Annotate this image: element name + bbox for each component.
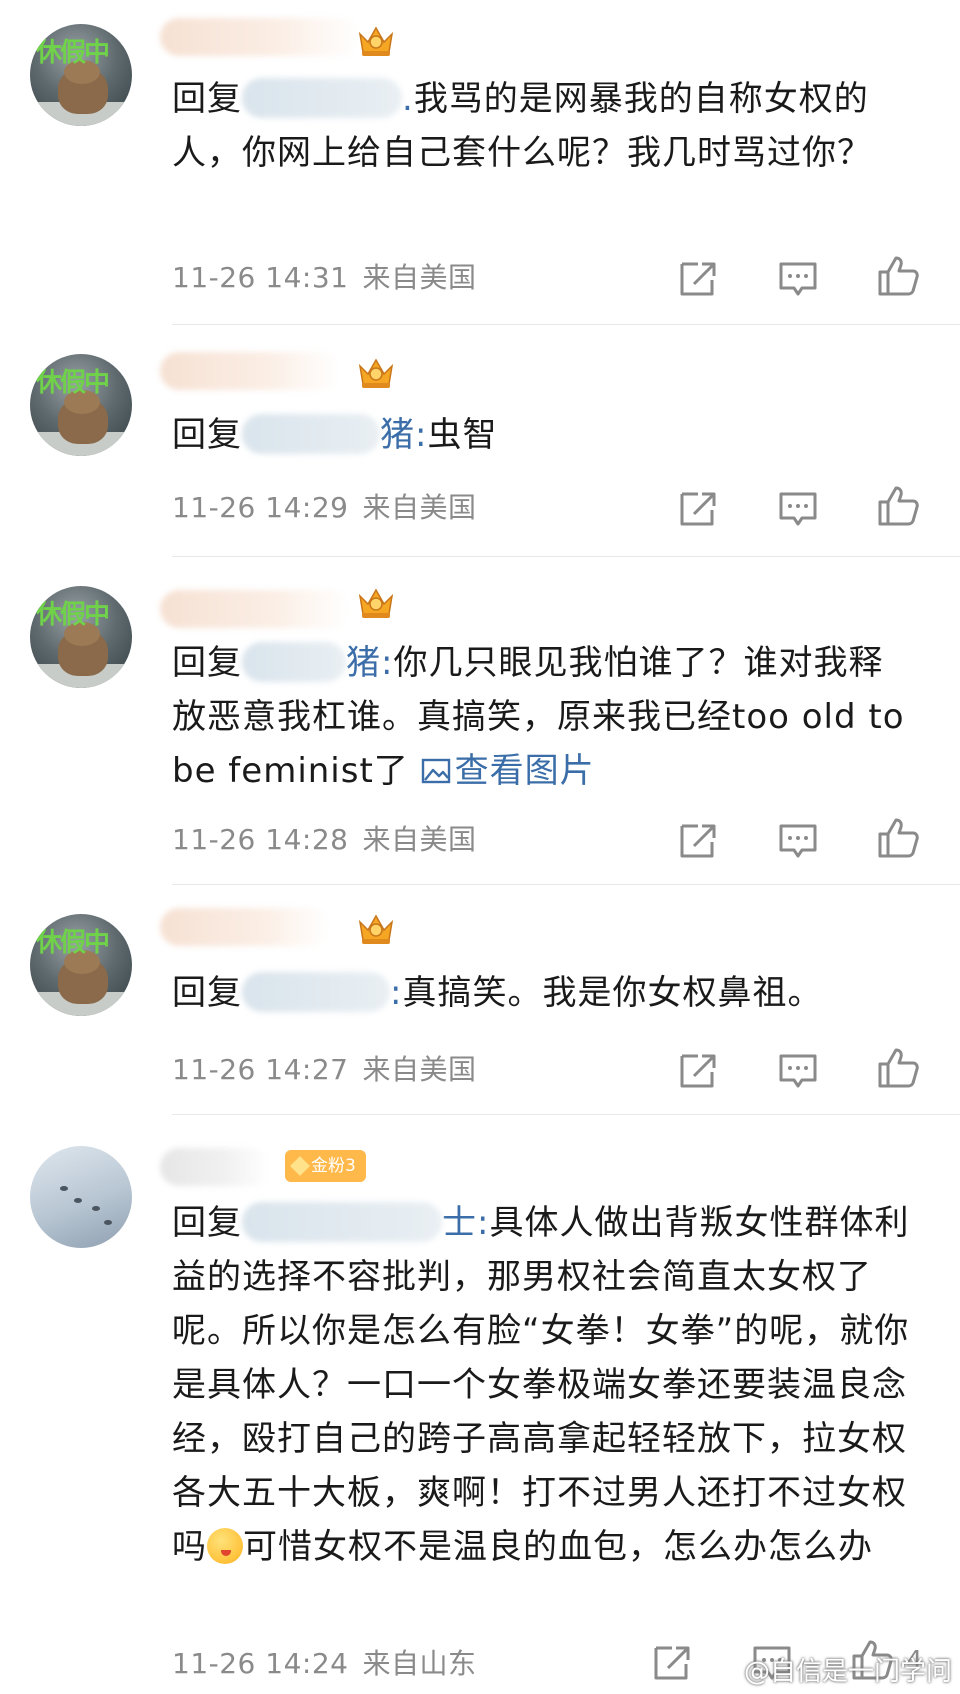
share-icon[interactable] xyxy=(676,256,720,300)
comment-time: 11-26 14:31 xyxy=(172,261,349,294)
comment-icon[interactable] xyxy=(776,256,820,300)
comment-icon[interactable] xyxy=(776,1048,820,1092)
avatar-text-graphic: 休假中 xyxy=(36,600,110,630)
like-icon[interactable] xyxy=(876,816,920,860)
comment-location: 来自山东 xyxy=(362,1647,477,1680)
share-icon[interactable] xyxy=(676,818,720,862)
like-icon[interactable] xyxy=(876,254,920,298)
username-blurred[interactable] xyxy=(160,1148,270,1186)
fan-badge[interactable]: 金粉3 xyxy=(285,1150,366,1182)
avatar-text-graphic: 休假中 xyxy=(36,38,110,68)
mention-link[interactable]: 士: xyxy=(242,1202,489,1243)
avatar[interactable]: 休假中 xyxy=(30,24,132,126)
avatar[interactable]: 休假中 xyxy=(30,914,132,1016)
comment-location: 来自美国 xyxy=(362,261,477,294)
comment-text: 回复 .我骂的是网暴我的自称女权的人，你网上给自己套什么呢？我几时骂过你？ xyxy=(172,78,872,173)
divider xyxy=(172,1114,960,1115)
username-blurred[interactable] xyxy=(160,590,350,628)
crown-icon xyxy=(356,586,396,620)
comment-text: 回复 士:具体人做出背叛女性群体利益的选择不容批判，那男权社会简直太女权了呢。所以… xyxy=(172,1202,910,1567)
like-icon[interactable] xyxy=(876,484,920,528)
avatar[interactable]: 休假中 xyxy=(30,586,132,688)
comment-meta: 11-26 14:27 来自美国 xyxy=(172,1048,476,1088)
comment-icon[interactable] xyxy=(776,818,820,862)
mention-link[interactable]: : xyxy=(242,972,402,1013)
divider xyxy=(172,324,960,325)
crown-icon xyxy=(356,356,396,390)
mention-link[interactable]: 猪: xyxy=(242,642,393,683)
comment-location: 来自美国 xyxy=(362,823,477,856)
comment-text: 回复 猪:虫智 xyxy=(172,414,498,455)
comment-time: 11-26 14:27 xyxy=(172,1053,349,1086)
comment-meta: 11-26 14:24 来自山东 xyxy=(172,1642,476,1682)
watermark: @自信是一门学问 xyxy=(743,1657,952,1687)
avatar-text-graphic: 休假中 xyxy=(36,928,110,958)
comment-text: 回复 猪:你几只眼见我怕谁了？谁对我释放恶意我杠谁。真搞笑，原来我已经too ol… xyxy=(172,642,905,791)
username-blurred[interactable] xyxy=(160,908,330,946)
mention-link[interactable]: 猪: xyxy=(242,414,427,455)
view-image-link[interactable]: 查看图片 xyxy=(421,751,595,791)
crown-icon xyxy=(356,24,396,58)
avatar[interactable] xyxy=(30,1146,132,1248)
share-icon[interactable] xyxy=(650,1640,694,1684)
mention-link[interactable]: . xyxy=(242,78,414,119)
diamond-icon xyxy=(290,1156,310,1176)
comment-meta: 11-26 14:28 来自美国 xyxy=(172,818,476,858)
share-icon[interactable] xyxy=(676,486,720,530)
like-icon[interactable] xyxy=(876,1046,920,1090)
share-icon[interactable] xyxy=(676,1048,720,1092)
comment-location: 来自美国 xyxy=(362,1053,477,1086)
comment-text: 回复:真搞笑。我是你女权鼻祖。 xyxy=(172,972,823,1013)
comment-time: 11-26 14:28 xyxy=(172,823,349,856)
username-blurred[interactable] xyxy=(160,352,340,390)
comment-time: 11-26 14:24 xyxy=(172,1647,349,1680)
comment-location: 来自美国 xyxy=(362,491,477,524)
comment-meta: 11-26 14:31 来自美国 xyxy=(172,256,476,296)
image-icon xyxy=(421,756,451,786)
comment-icon[interactable] xyxy=(776,486,820,530)
username-blurred[interactable] xyxy=(160,18,360,56)
divider xyxy=(172,556,960,557)
avatar[interactable]: 休假中 xyxy=(30,354,132,456)
emoji-icon xyxy=(207,1528,243,1564)
divider xyxy=(172,884,960,885)
comment-time: 11-26 14:29 xyxy=(172,491,349,524)
avatar-text-graphic: 休假中 xyxy=(36,368,110,398)
comment-meta: 11-26 14:29 来自美国 xyxy=(172,486,476,526)
crown-icon xyxy=(356,912,396,946)
